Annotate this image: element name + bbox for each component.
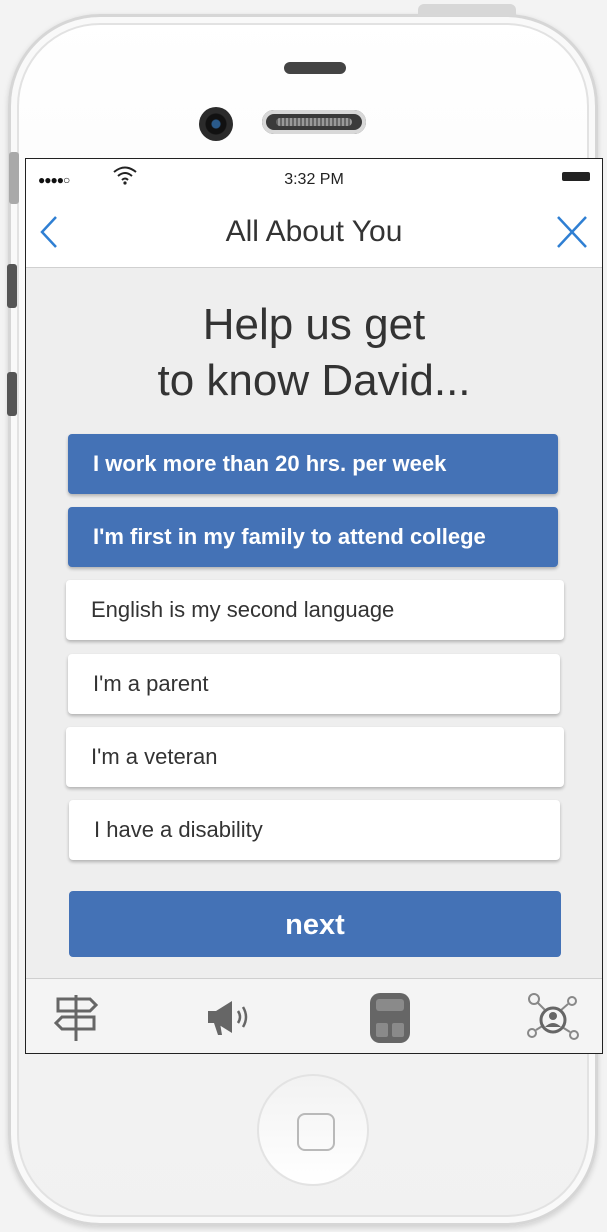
status-bar: ●●●●○ 3:32 PM (26, 159, 602, 197)
option-disability[interactable]: I have a disability (69, 800, 560, 860)
status-time: 3:32 PM (284, 171, 344, 188)
next-button[interactable]: next (69, 891, 561, 957)
signpost-icon[interactable] (46, 989, 106, 1045)
front-camera (199, 107, 233, 141)
volume-up-button (7, 264, 17, 308)
home-button[interactable] (257, 1074, 369, 1186)
headline-line-2: to know David... (157, 356, 471, 405)
backpack-icon[interactable] (360, 989, 420, 1045)
network-profile-icon[interactable] (522, 989, 582, 1045)
earpiece-speaker (262, 110, 366, 134)
option-first-generation[interactable]: I'm first in my family to attend college (68, 507, 558, 567)
megaphone-icon[interactable] (196, 989, 256, 1045)
mute-switch (9, 152, 19, 204)
headline-line-1: Help us get (202, 300, 426, 349)
top-sensor (284, 62, 346, 74)
home-square-icon (297, 1113, 335, 1151)
option-veteran[interactable]: I'm a veteran (66, 727, 564, 787)
tab-bar (26, 978, 602, 1053)
phone-screen: ●●●●○ 3:32 PM All About You Help us get … (25, 158, 603, 1054)
battery-icon (562, 172, 590, 181)
option-work-hours[interactable]: I work more than 20 hrs. per week (68, 434, 558, 494)
option-second-language[interactable]: English is my second language (66, 580, 564, 640)
close-icon[interactable] (554, 213, 590, 251)
navigation-bar: All About You (26, 197, 602, 268)
option-parent[interactable]: I'm a parent (68, 654, 560, 714)
headline: Help us get to know David... (26, 297, 602, 409)
page-title: All About You (225, 215, 403, 248)
volume-down-button (7, 372, 17, 416)
power-button (418, 4, 516, 16)
